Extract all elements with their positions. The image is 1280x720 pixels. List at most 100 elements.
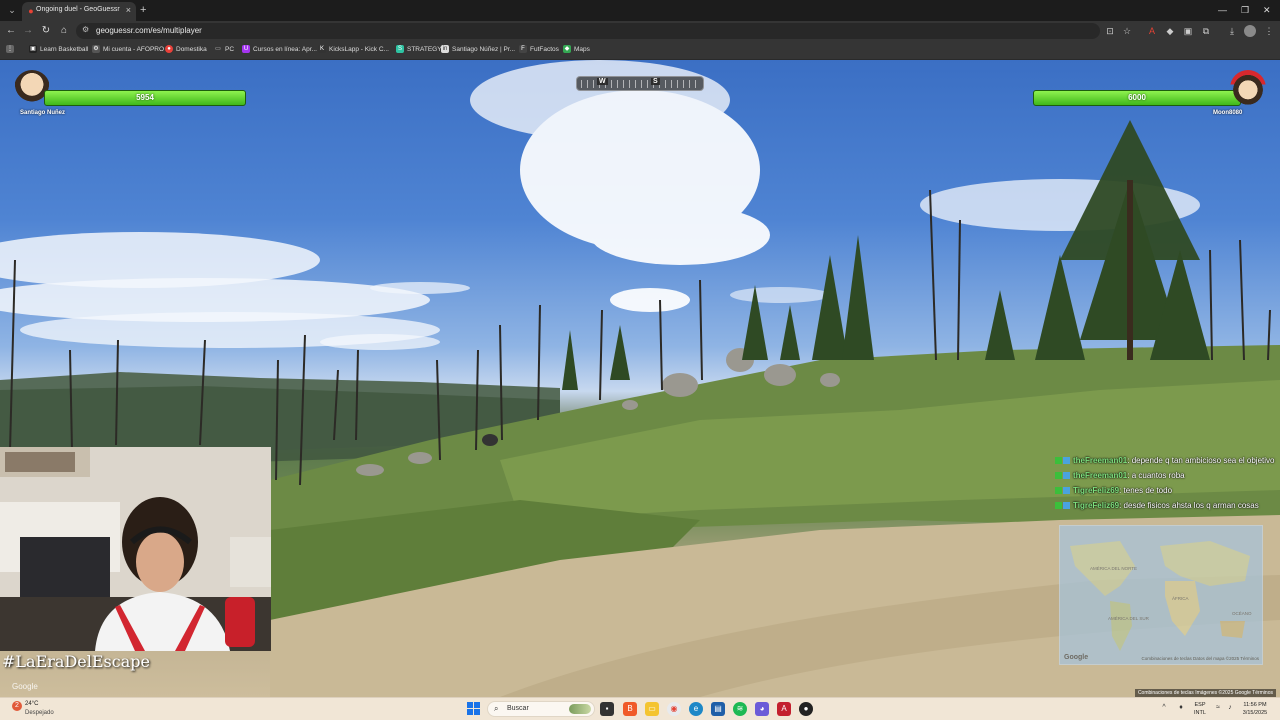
bookmark-item[interactable]: in Santiago Núñez | Pr... bbox=[441, 45, 515, 53]
map-label: AMÉRICA DEL SUR bbox=[1108, 616, 1149, 621]
bookmark-item[interactable]: F FutFactos bbox=[519, 45, 559, 53]
downloads-icon[interactable]: ⤓ bbox=[1226, 25, 1238, 37]
minimize-button[interactable]: — bbox=[1218, 3, 1227, 17]
tray-app-icon[interactable]: ♦ bbox=[1177, 704, 1185, 712]
adobe-extension-icon[interactable]: A bbox=[1146, 25, 1158, 37]
search-placeholder: Buscar bbox=[507, 705, 529, 712]
install-app-icon[interactable]: ⊡ bbox=[1104, 25, 1116, 37]
language-code[interactable]: ESP bbox=[1190, 702, 1210, 708]
browser-tab-active[interactable]: ● Ongoing duel - GeoGuessr × bbox=[22, 2, 136, 21]
brave-browser-icon[interactable]: B bbox=[623, 702, 637, 716]
weather-badge-icon[interactable]: 2 bbox=[12, 701, 22, 711]
chat-text: : desde fisicos ahsta los q arman cosas bbox=[1119, 501, 1259, 510]
clock-time[interactable]: 11:56 PM bbox=[1236, 702, 1274, 708]
new-tab-button[interactable]: + bbox=[140, 3, 146, 17]
tab-title: Ongoing duel - GeoGuessr bbox=[36, 6, 120, 13]
streetview-attribution[interactable]: Combinaciones de teclas Imágenes ©2025 G… bbox=[1134, 689, 1276, 697]
player-right-hp: 6000 bbox=[1128, 93, 1146, 102]
discord-icon[interactable]: ◕ bbox=[755, 702, 769, 716]
bookmark-item[interactable]: ◆ Maps bbox=[563, 45, 590, 53]
bookmark-label: Domestika bbox=[176, 45, 207, 53]
windows-start-icon[interactable] bbox=[467, 702, 481, 716]
stream-hashtag: #LaEraDelEscape bbox=[2, 652, 150, 671]
chat-text: : tenes de todo bbox=[1119, 486, 1173, 495]
compass-west: W bbox=[597, 78, 608, 85]
spotify-icon[interactable]: ≋ bbox=[733, 702, 747, 716]
profile-icon: in bbox=[441, 45, 449, 53]
bookmark-star-icon[interactable]: ☆ bbox=[1121, 25, 1133, 37]
tab-search-icon[interactable]: ⌄ bbox=[4, 3, 20, 17]
map-google-logo: Google bbox=[1064, 654, 1089, 661]
player-right-name: Moon8080 bbox=[1213, 110, 1243, 116]
compass-south: S bbox=[651, 78, 660, 85]
kick-icon: K bbox=[318, 45, 326, 53]
site-info-icon[interactable]: ⚙ bbox=[82, 25, 89, 34]
tray-chevron-icon[interactable]: ^ bbox=[1160, 704, 1168, 712]
task-view-icon[interactable]: ▪ bbox=[600, 702, 614, 716]
bookmark-label: PC bbox=[225, 45, 235, 53]
reload-button[interactable]: ↻ bbox=[39, 24, 53, 38]
browser-menu-icon[interactable]: ⋮ bbox=[1263, 25, 1275, 37]
bookmark-item[interactable]: ▭ PC bbox=[214, 45, 234, 53]
bookmark-item[interactable]: K KicksLapp - Kick C... bbox=[318, 45, 389, 53]
search-highlight-icon bbox=[569, 704, 591, 714]
bookmark-item[interactable]: ⚙ Mi cuenta - AFOPRO bbox=[92, 45, 164, 53]
map-label: ÁFRICA bbox=[1172, 596, 1189, 601]
guess-map[interactable]: AMÉRICA DEL NORTE ÁFRICA AMÉRICA DEL SUR… bbox=[1059, 525, 1263, 665]
chrome-icon[interactable]: ◉ bbox=[667, 702, 681, 716]
url-text: geoguessr.com/es/multiplayer bbox=[96, 26, 202, 35]
player-left-hp: 5954 bbox=[136, 93, 154, 102]
bookmark-label: FutFactos bbox=[530, 45, 559, 53]
compass: W S bbox=[576, 76, 704, 91]
map-attribution[interactable]: Combinaciones de teclas Datos del mapa ©… bbox=[1141, 656, 1259, 661]
volume-icon[interactable]: ♪ bbox=[1226, 704, 1234, 712]
streamer-video bbox=[0, 447, 271, 651]
edge-icon[interactable]: e bbox=[689, 702, 703, 716]
keyboard-layout: INTL bbox=[1194, 710, 1206, 716]
bookmark-label: STRATEGY bbox=[407, 45, 442, 53]
bookmark-item[interactable]: U Cursos en línea: Apr... bbox=[242, 45, 317, 53]
bookmark-label: Cursos en línea: Apr... bbox=[253, 45, 317, 53]
close-window-button[interactable]: ✕ bbox=[1263, 3, 1271, 17]
forward-button[interactable]: → bbox=[21, 24, 35, 38]
cursos-icon: U bbox=[242, 45, 250, 53]
adobe-icon[interactable]: A bbox=[777, 702, 791, 716]
sub-badge-icon bbox=[1063, 472, 1070, 479]
bookmark-item[interactable]: ● Domestika bbox=[165, 45, 207, 53]
chat-text: : depende q tan ambicioso sea el objetiv… bbox=[1127, 456, 1275, 465]
address-bar[interactable]: ⚙ geoguessr.com/es/multiplayer bbox=[76, 23, 1100, 39]
kick-badge-icon bbox=[1055, 502, 1062, 509]
home-button[interactable]: ⌂ bbox=[57, 24, 71, 38]
bookmark-item[interactable]: ▣ Learn Basketball bbox=[29, 45, 88, 53]
webcam-overlay bbox=[0, 447, 271, 651]
bookmark-item[interactable]: S STRATEGY bbox=[396, 45, 442, 53]
obs-icon[interactable]: ● bbox=[799, 702, 813, 716]
profile-avatar-icon[interactable] bbox=[1244, 25, 1256, 37]
kick-badge-icon bbox=[1055, 472, 1062, 479]
streetview-google-logo: Google bbox=[12, 682, 38, 691]
streetview-panorama[interactable]: 5954 Santiago Nuñez 6000 Moon8080 W S #L… bbox=[0, 60, 1280, 697]
extension-badge-icon[interactable]: ▣ bbox=[1182, 25, 1194, 37]
world-map bbox=[1060, 526, 1262, 664]
search-icon: ⌕ bbox=[494, 704, 499, 713]
futfactos-icon: F bbox=[519, 45, 527, 53]
wifi-icon[interactable]: ≈ bbox=[1214, 704, 1222, 712]
file-explorer-icon[interactable]: ▭ bbox=[645, 702, 659, 716]
tab-close-icon[interactable]: × bbox=[126, 5, 131, 15]
extension-icon[interactable]: ◆ bbox=[1164, 25, 1176, 37]
browser-tab-bar: ⌄ ● Ongoing duel - GeoGuessr × + — ❐ ✕ bbox=[0, 0, 1280, 21]
back-button[interactable]: ← bbox=[4, 24, 18, 38]
apps-grid-icon[interactable]: ⋮ bbox=[6, 45, 14, 53]
taskbar-search[interactable]: ⌕ Buscar bbox=[487, 701, 595, 717]
extensions-puzzle-icon[interactable]: ⧉ bbox=[1200, 25, 1212, 37]
chat-message: theFreeman01: a cuantos roba bbox=[1055, 470, 1277, 481]
store-icon[interactable]: ▤ bbox=[711, 702, 725, 716]
weather-desc: Despejado bbox=[25, 710, 54, 716]
chat-message: TigreFeliz69: tenes de todo bbox=[1055, 485, 1277, 496]
player-left-name: Santiago Nuñez bbox=[20, 110, 66, 116]
folder-icon: ▭ bbox=[215, 46, 221, 52]
maximize-button[interactable]: ❐ bbox=[1241, 3, 1249, 17]
kick-badge-icon bbox=[1055, 487, 1062, 494]
weather-temp[interactable]: 24°C bbox=[25, 701, 38, 707]
bookmark-label: Santiago Núñez | Pr... bbox=[452, 45, 516, 53]
